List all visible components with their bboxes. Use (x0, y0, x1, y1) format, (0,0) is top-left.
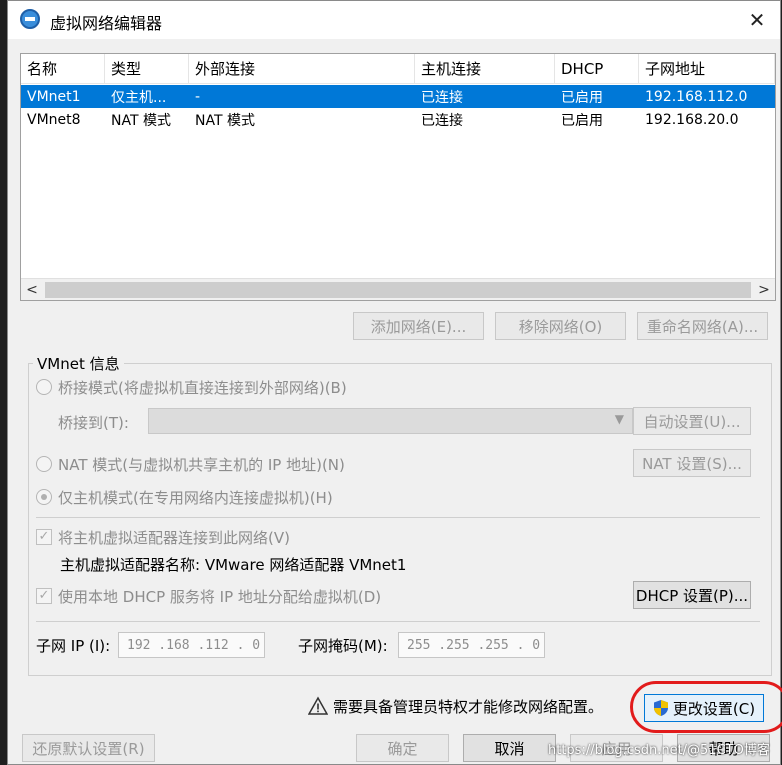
bridge-mode-label: 桥接模式(将虚拟机直接连接到外部网络)(B) (58, 379, 347, 397)
column-header-name[interactable]: 名称 (21, 54, 105, 83)
column-header-subnet[interactable]: 子网地址 (639, 54, 775, 83)
change-settings-label: 更改设置(C) (672, 699, 756, 718)
change-settings-button[interactable]: 更改设置(C) (644, 694, 764, 722)
virtual-network-editor-window: 虚拟网络编辑器 ✕ 名称 类型 外部连接 主机连接 DHCP 子网地址 VMne… (7, 0, 782, 765)
subnet-mask-label: 子网掩码(M): (298, 637, 388, 655)
table-header: 名称 类型 外部连接 主机连接 DHCP 子网地址 (21, 54, 775, 84)
rename-network-button[interactable]: 重命名网络(A)... (637, 312, 768, 340)
cell-host: 已连接 (421, 112, 463, 129)
watermark-text: https://blog.csdn.net/@51CTO博客 (548, 743, 770, 758)
warning-icon (308, 696, 328, 715)
cell-type: 仅主机... (111, 89, 167, 106)
cell-dhcp: 已启用 (561, 89, 603, 106)
column-header-dhcp[interactable]: DHCP (555, 54, 639, 83)
use-dhcp-checkbox[interactable]: ✓ (36, 588, 52, 604)
subnet-mask-input[interactable]: 255 .255 .255 . 0 (398, 632, 545, 658)
use-dhcp-label: 使用本地 DHCP 服务将 IP 地址分配给虚拟机(D) (58, 588, 382, 606)
column-header-host[interactable]: 主机连接 (415, 54, 555, 83)
table-row[interactable]: VMnet8 NAT 模式 NAT 模式 已连接 已启用 192.168.20.… (21, 108, 775, 131)
chevron-down-icon: ▼ (614, 412, 624, 426)
vmnet-info-title: VMnet 信息 (33, 353, 124, 374)
close-button[interactable]: ✕ (734, 1, 780, 39)
cell-dhcp: 已启用 (561, 112, 603, 129)
cell-subnet: 192.168.112.0 (645, 88, 748, 105)
remove-network-button[interactable]: 移除网络(O) (495, 312, 626, 340)
ok-button[interactable]: 确定 (356, 734, 449, 762)
connect-adapter-checkbox[interactable]: ✓ (36, 529, 52, 545)
cell-name: VMnet8 (27, 111, 81, 128)
scroll-right-icon[interactable]: > (753, 279, 775, 301)
nat-mode-radio[interactable] (36, 456, 52, 472)
cell-host: 已连接 (421, 89, 463, 106)
window-title: 虚拟网络编辑器 (50, 14, 163, 33)
subnet-ip-label: 子网 IP (I): (36, 637, 111, 655)
restore-defaults-button[interactable]: 还原默认设置(R) (22, 734, 155, 762)
dhcp-settings-button[interactable]: DHCP 设置(P)... (633, 581, 751, 609)
separator (36, 517, 760, 518)
cell-type: NAT 模式 (111, 112, 171, 129)
nat-mode-label: NAT 模式(与虚拟机共享主机的 IP 地址)(N) (58, 456, 345, 474)
cancel-button[interactable]: 取消 (463, 734, 556, 762)
title-bar: 虚拟网络编辑器 ✕ (8, 1, 780, 39)
subnet-ip-input[interactable]: 192 .168 .112 . 0 (118, 632, 265, 658)
network-list[interactable]: 名称 类型 外部连接 主机连接 DHCP 子网地址 VMnet1 仅主机... … (20, 53, 776, 301)
cell-subnet: 192.168.20.0 (645, 111, 739, 128)
cell-name: VMnet1 (27, 88, 81, 105)
bridge-to-select[interactable]: ▼ (148, 408, 633, 434)
auto-settings-button[interactable]: 自动设置(U)... (633, 407, 751, 435)
scrollbar-thumb[interactable] (45, 282, 751, 298)
admin-warning-text: 需要具备管理员特权才能修改网络配置。 (333, 698, 604, 716)
host-only-mode-radio[interactable] (36, 489, 52, 505)
cell-external: NAT 模式 (195, 112, 255, 129)
host-only-mode-label: 仅主机模式(在专用网络内连接虚拟机)(H) (58, 489, 333, 507)
add-network-button[interactable]: 添加网络(E)... (353, 312, 484, 340)
bridge-mode-radio[interactable] (36, 379, 52, 395)
table-row[interactable]: VMnet1 仅主机... - 已连接 已启用 192.168.112.0 (21, 85, 775, 108)
cell-external: - (195, 88, 201, 105)
nat-settings-button[interactable]: NAT 设置(S)... (633, 449, 751, 477)
horizontal-scrollbar[interactable]: < > (21, 278, 775, 300)
bridge-to-label: 桥接到(T): (58, 414, 129, 432)
column-header-type[interactable]: 类型 (105, 54, 189, 83)
connect-adapter-label: 将主机虚拟适配器连接到此网络(V) (58, 529, 290, 547)
uac-shield-icon (653, 700, 668, 716)
vmware-network-icon (20, 9, 40, 29)
scroll-left-icon[interactable]: < (21, 279, 43, 301)
separator (36, 621, 760, 622)
adapter-name-label: 主机虚拟适配器名称: VMware 网络适配器 VMnet1 (60, 556, 407, 574)
column-header-external[interactable]: 外部连接 (189, 54, 415, 83)
